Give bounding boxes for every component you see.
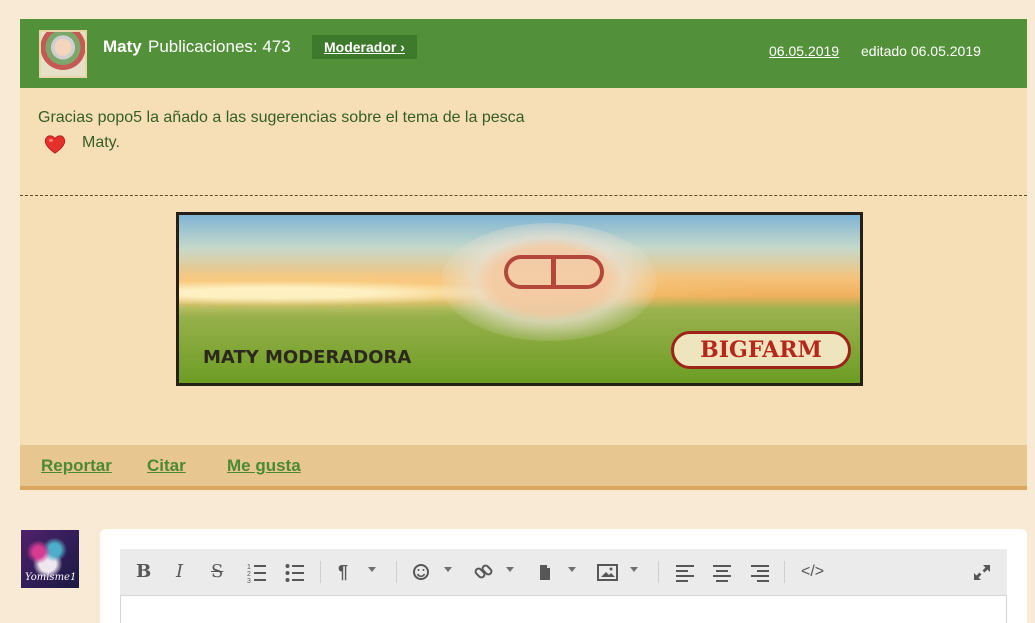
editor-toolbar: B I S 1 2 3 ¶ </> bbox=[120, 549, 1007, 595]
signature-banner: MATY MODERADORA BIGFARM bbox=[176, 212, 863, 386]
emoji-icon[interactable] bbox=[412, 561, 430, 583]
svg-text:1: 1 bbox=[247, 564, 251, 571]
link-dropdown-caret[interactable] bbox=[506, 567, 514, 572]
post-message: Gracias popo5 la añado a las sugerencias… bbox=[38, 109, 525, 154]
banner-glasses-bridge bbox=[551, 255, 556, 289]
align-left-icon[interactable] bbox=[675, 561, 695, 583]
toolbar-divider bbox=[320, 561, 321, 583]
paragraph-dropdown-caret[interactable] bbox=[368, 567, 376, 572]
signoff: Maty. bbox=[82, 134, 120, 151]
align-center-icon[interactable] bbox=[712, 561, 732, 583]
emoji-dropdown-caret[interactable] bbox=[444, 567, 452, 572]
message-text: Gracias popo5 la añado a las sugerencias… bbox=[38, 109, 525, 126]
insert-file-icon[interactable] bbox=[538, 561, 552, 583]
post-header: Maty Publicaciones: 473 Moderador › 06.0… bbox=[20, 19, 1027, 88]
avatar-signature: Yomisme1 bbox=[25, 572, 77, 583]
align-right-icon[interactable] bbox=[750, 561, 770, 583]
insert-image-icon[interactable] bbox=[597, 561, 619, 583]
numbered-list-icon[interactable]: 1 2 3 bbox=[247, 561, 267, 583]
moderator-badge[interactable]: Moderador › bbox=[312, 35, 417, 59]
author-name[interactable]: Maty bbox=[103, 37, 142, 57]
file-dropdown-caret[interactable] bbox=[568, 567, 576, 572]
italic-icon[interactable]: I bbox=[176, 561, 183, 583]
reply-user-avatar[interactable]: Yomisme1 bbox=[21, 530, 79, 588]
bulleted-list-icon[interactable] bbox=[285, 561, 305, 583]
report-link[interactable]: Reportar bbox=[41, 456, 112, 476]
svg-text:3: 3 bbox=[247, 578, 251, 583]
toolbar-divider bbox=[784, 561, 785, 583]
strikethrough-icon[interactable]: S bbox=[211, 561, 223, 583]
post-count: Publicaciones: 473 bbox=[148, 37, 291, 56]
reply-text-area[interactable] bbox=[120, 595, 1007, 623]
banner-title: MATY MODERADORA bbox=[203, 347, 412, 368]
forum-post: Maty Publicaciones: 473 Moderador › 06.0… bbox=[20, 19, 1027, 490]
bigfarm-logo: BIGFARM bbox=[671, 331, 851, 369]
like-link[interactable]: Me gusta bbox=[227, 456, 301, 476]
bold-icon[interactable]: B bbox=[136, 561, 151, 583]
quote-link[interactable]: Citar bbox=[147, 456, 186, 476]
fullscreen-icon[interactable] bbox=[972, 561, 992, 583]
image-dropdown-caret[interactable] bbox=[630, 567, 638, 572]
post-date[interactable]: 06.05.2019 bbox=[769, 43, 839, 59]
svg-text:2: 2 bbox=[247, 571, 251, 578]
toolbar-divider bbox=[396, 561, 397, 583]
paragraph-format-icon[interactable]: ¶ bbox=[338, 561, 348, 583]
code-view-icon[interactable]: </> bbox=[801, 561, 824, 583]
signature-divider bbox=[20, 195, 1027, 196]
heart-icon bbox=[44, 135, 66, 154]
link-icon[interactable] bbox=[474, 561, 494, 583]
post-actions: Reportar Citar Me gusta bbox=[20, 445, 1027, 486]
toolbar-divider bbox=[658, 561, 659, 583]
reply-editor: B I S 1 2 3 ¶ </> bbox=[100, 529, 1027, 623]
author-avatar[interactable] bbox=[39, 30, 87, 78]
edited-label: editado 06.05.2019 bbox=[861, 43, 981, 59]
